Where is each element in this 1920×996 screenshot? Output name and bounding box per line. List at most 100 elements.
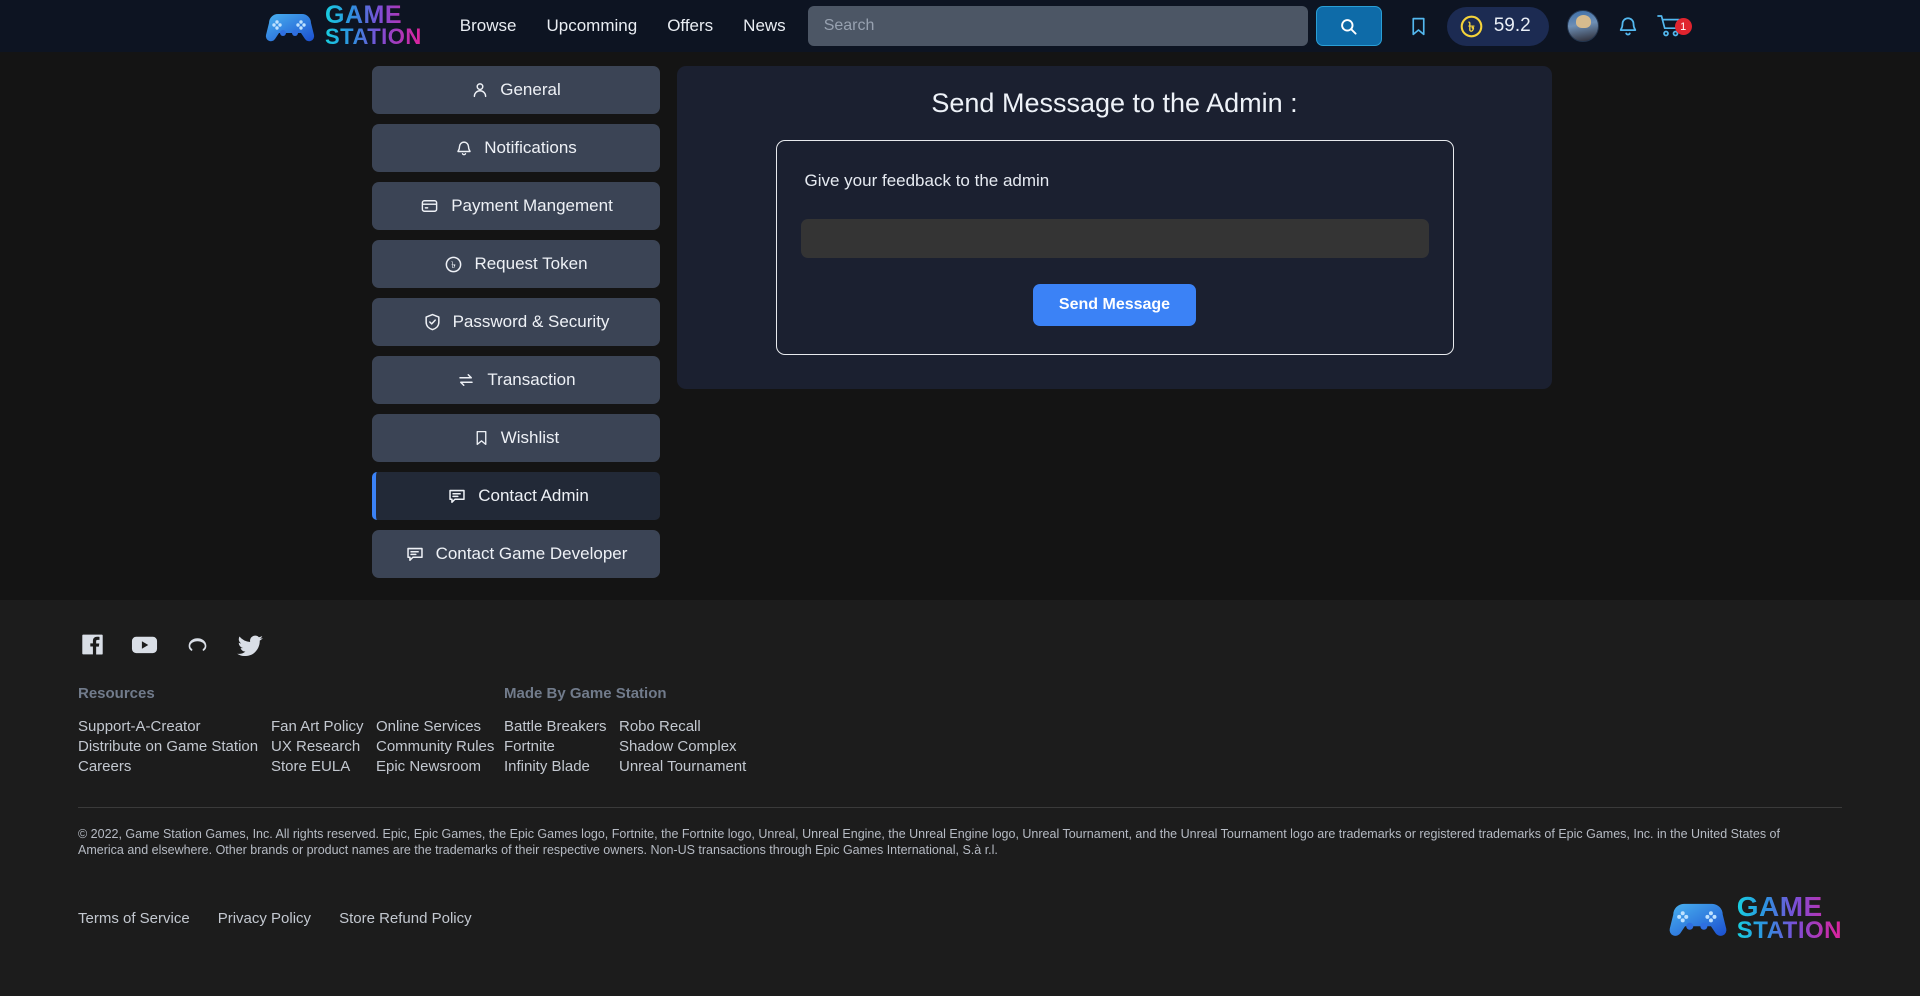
search-icon — [1341, 18, 1357, 35]
footer-link[interactable]: Robo Recall — [619, 717, 779, 737]
resources-group: Resources Support-A-Creator Distribute o… — [78, 685, 504, 777]
message-input[interactable] — [800, 219, 1429, 258]
footer-bottom: Terms of Service Privacy Policy Store Re… — [78, 892, 1842, 945]
site-footer: Resources Support-A-Creator Distribute o… — [0, 600, 1920, 996]
col-head-spacer — [271, 685, 376, 703]
sidebar-item-transaction[interactable]: Transaction — [372, 356, 660, 404]
svg-text:৳: ৳ — [1468, 19, 1475, 35]
social-links — [80, 632, 1842, 657]
sidebar-item-general[interactable]: General — [372, 66, 660, 114]
notifications-button[interactable] — [1617, 15, 1639, 38]
sidebar-item-wishlist[interactable]: Wishlist — [372, 414, 660, 462]
made-by-heading: Made By Game Station — [504, 685, 667, 702]
resources-heading: Resources — [78, 685, 155, 702]
logo-wordmark: GAME STATION — [325, 3, 422, 50]
top-header: GAME STATION Browse Upcomming Offers New… — [0, 0, 1920, 52]
sidebar-label-contact-admin: Contact Admin — [478, 486, 589, 505]
terms-of-service-link[interactable]: Terms of Service — [78, 910, 190, 927]
taka-coin-icon: ৳ — [1460, 15, 1483, 37]
footer-link[interactable]: UX Research — [271, 737, 376, 757]
bookmark-icon — [1412, 17, 1425, 35]
shield-check-icon — [424, 313, 440, 331]
footer-link[interactable]: Distribute on Game Station — [78, 737, 271, 757]
sidebar-item-contact-admin[interactable]: Contact Admin — [372, 472, 660, 520]
footer-col-1: Resources Support-A-Creator Distribute o… — [78, 685, 271, 777]
sidebar-item-password-security[interactable]: Password & Security — [372, 298, 660, 346]
store-refund-policy-link[interactable]: Store Refund Policy — [339, 910, 472, 927]
sidebar-label-notifications: Notifications — [484, 138, 577, 157]
sidebar-label-password-security: Password & Security — [452, 312, 610, 331]
footer-col-4: Made By Game Station Battle Breakers For… — [504, 685, 667, 777]
transfer-arrows-icon — [459, 374, 474, 386]
privacy-policy-link[interactable]: Privacy Policy — [218, 910, 311, 927]
footer-link[interactable]: Support-A-Creator — [78, 717, 271, 737]
feedback-label: Give your feedback to the admin — [804, 171, 1050, 190]
nav-item-offers[interactable]: Offers — [667, 16, 713, 36]
bell-icon — [457, 140, 471, 155]
wallet-balance[interactable]: ৳ 59.2 — [1446, 6, 1549, 46]
footer-link[interactable]: Battle Breakers — [504, 717, 619, 737]
footer-divider — [78, 807, 1842, 808]
footer-link[interactable]: Infinity Blade — [504, 757, 619, 777]
bookmark-button[interactable] — [1408, 15, 1429, 38]
made-by-group: Made By Game Station Battle Breakers For… — [504, 685, 779, 777]
bell-icon — [1619, 16, 1636, 35]
footer-col-3: Online Services Community Rules Epic New… — [376, 685, 504, 777]
token-coin-icon: ৳ — [446, 256, 462, 272]
col-head-spacer — [619, 685, 779, 703]
footer-link[interactable]: Shadow Complex — [619, 737, 779, 757]
sidebar-label-transaction: Transaction — [487, 370, 576, 389]
footer-link[interactable]: Community Rules — [376, 737, 504, 757]
footer-link[interactable]: Online Services — [376, 717, 504, 737]
footer-link[interactable]: Unreal Tournament — [619, 757, 779, 777]
contact-admin-panel: Send Messsage to the Admin : Give your f… — [677, 66, 1552, 389]
footer-link[interactable]: Careers — [78, 757, 271, 777]
footer-columns: Resources Support-A-Creator Distribute o… — [78, 685, 1842, 777]
main-nav: Browse Upcomming Offers News — [460, 16, 786, 36]
footer-col-2: Fan Art Policy UX Research Store EULA — [271, 685, 376, 777]
discord-icon[interactable] — [184, 632, 211, 657]
settings-sidebar: General Notifications Payment Mangement … — [372, 66, 660, 600]
sidebar-item-notifications[interactable]: Notifications — [372, 124, 660, 172]
sidebar-label-contact-game-developer: Contact Game Developer — [435, 544, 628, 563]
page-title: Send Messsage to the Admin : — [931, 88, 1298, 118]
page-body: General Notifications Payment Mangement … — [0, 52, 1920, 600]
nav-item-browse[interactable]: Browse — [460, 16, 517, 36]
footer-logo-line-2: STATION — [1736, 917, 1842, 945]
footer-link[interactable]: Epic Newsroom — [376, 757, 504, 777]
chat-icon — [406, 547, 423, 561]
search-input[interactable] — [807, 6, 1308, 46]
logo-line-2: STATION — [325, 24, 422, 50]
cart-count-badge: 1 — [1674, 18, 1692, 35]
sidebar-label-payment: Payment Mangement — [451, 196, 613, 215]
search-area — [807, 6, 1382, 46]
legal-text: © 2022, Game Station Games, Inc. All rig… — [78, 827, 1780, 857]
footer-col-5: Robo Recall Shadow Complex Unreal Tourna… — [619, 685, 779, 777]
footer-link[interactable]: Fan Art Policy — [271, 717, 376, 737]
cart-button[interactable]: 1 — [1656, 14, 1692, 38]
footer-link[interactable]: Fortnite — [504, 737, 619, 757]
user-icon — [473, 83, 487, 98]
footer-logo[interactable]: GAME STATION — [1667, 892, 1842, 945]
footer-logo-wordmark: GAME STATION — [1736, 892, 1842, 945]
nav-item-upcomming[interactable]: Upcomming — [546, 16, 637, 36]
twitter-icon[interactable] — [237, 633, 264, 656]
bookmark-icon — [476, 430, 487, 446]
facebook-icon[interactable] — [80, 632, 105, 657]
search-button[interactable] — [1315, 6, 1382, 46]
gamepad-icon — [1669, 904, 1727, 937]
sidebar-item-contact-game-developer[interactable]: Contact Game Developer — [372, 530, 660, 578]
footer-link[interactable]: Store EULA — [271, 757, 376, 777]
youtube-icon[interactable] — [131, 632, 158, 657]
sidebar-item-payment-mangement[interactable]: Payment Mangement — [372, 182, 660, 230]
sidebar-label-request-token: Request Token — [474, 254, 588, 273]
sidebar-item-request-token[interactable]: ৳ Request Token — [372, 240, 660, 288]
send-message-button[interactable]: Send Message — [1032, 284, 1197, 326]
sidebar-label-wishlist: Wishlist — [500, 428, 560, 447]
header-logo[interactable]: GAME STATION — [264, 3, 422, 50]
avatar[interactable] — [1566, 10, 1599, 42]
svg-text:৳: ৳ — [452, 260, 457, 271]
policy-links: Terms of Service Privacy Policy Store Re… — [78, 910, 472, 927]
nav-item-news[interactable]: News — [743, 16, 786, 36]
wallet-amount: 59.2 — [1493, 15, 1531, 36]
